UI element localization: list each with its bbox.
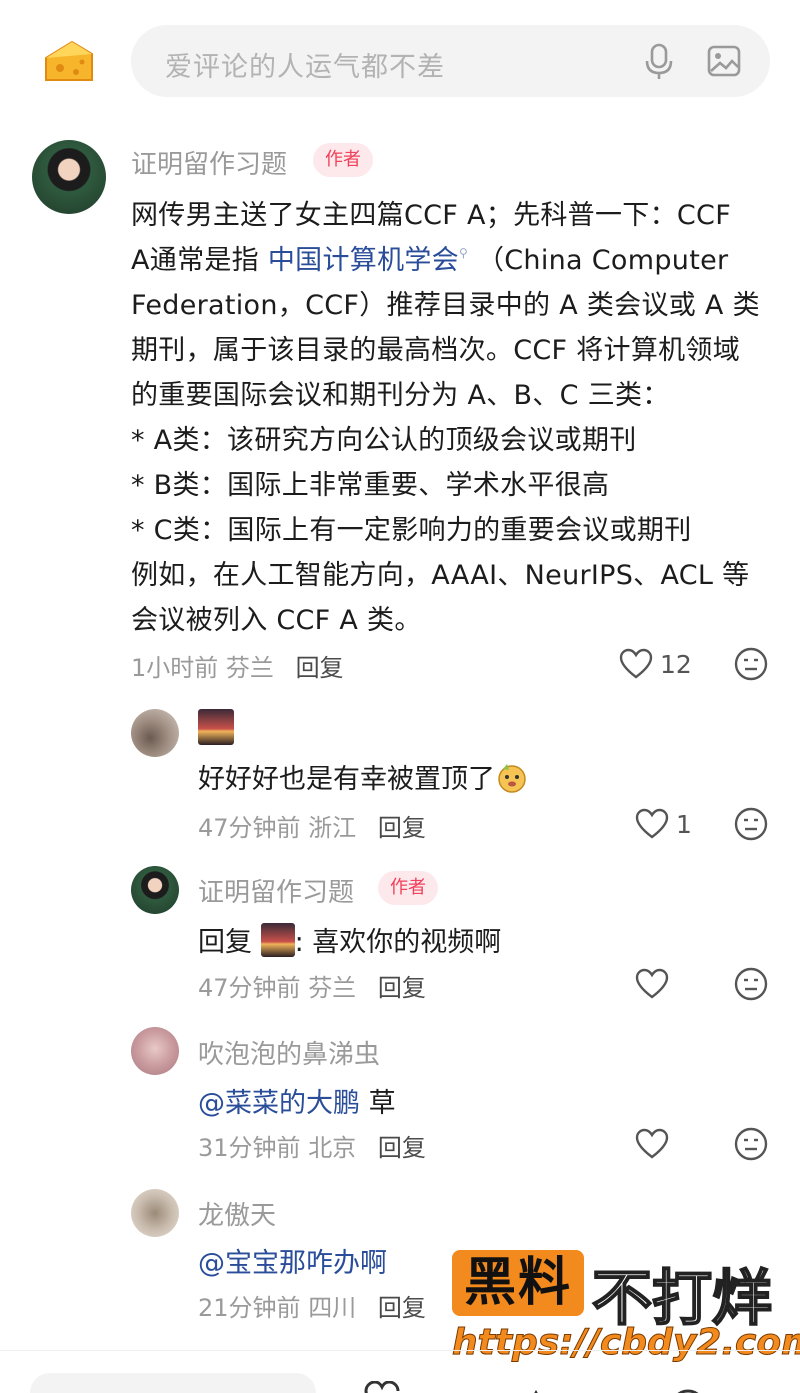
mention-avatar-image[interactable] <box>260 923 295 957</box>
heart-icon[interactable] <box>358 1381 406 1393</box>
author-name-image[interactable] <box>198 709 234 745</box>
comment-text-line: * C类：国际上有一定影响力的重要会议或期刊 <box>131 515 692 546</box>
reply-button[interactable]: 回复 <box>378 1294 426 1322</box>
mic-icon[interactable] <box>641 42 677 80</box>
comment-text-line: Federation，CCF）推荐目录中的 A 类会议或 A 类 <box>131 290 760 321</box>
avatar[interactable] <box>131 1027 179 1075</box>
reply-button[interactable]: 回复 <box>378 974 426 1002</box>
comment-location: 芬兰 <box>308 974 357 1002</box>
comment-text-line: 会议被列入 CCF A 类。 <box>131 605 422 636</box>
search-link[interactable]: 中国计算机学会 <box>268 245 459 276</box>
image-icon[interactable] <box>706 43 742 79</box>
comment-input-placeholder: 爱评论的人运气都不差 <box>165 52 445 83</box>
comment-author[interactable]: 证明留作习题 <box>131 144 287 181</box>
reply-text: 回复 : 喜欢你的视频啊 <box>198 920 501 959</box>
reply-text: 好好好也是有幸被置顶了 <box>198 757 529 796</box>
like-heart-icon[interactable] <box>635 1128 669 1160</box>
author-badge: 作者 <box>313 143 373 177</box>
comment-text-line: 期刊，属于该目录的最高档次。CCF 将计算机领域 <box>131 335 741 366</box>
comment-meta: 31分钟前 北京 回复 <box>198 1128 426 1163</box>
reply-text: @宝宝那咋办啊 <box>198 1241 387 1280</box>
comment-time: 47分钟前 <box>198 974 301 1002</box>
reply-text-content: : 喜欢你的视频啊 <box>294 927 502 958</box>
emoji-icon[interactable] <box>734 647 768 681</box>
comment-time: 1小时前 <box>131 654 219 682</box>
author-badge: 作者 <box>378 871 438 905</box>
share-icon[interactable] <box>512 1381 560 1393</box>
mention-link[interactable]: @宝宝那咋办啊 <box>198 1248 387 1279</box>
avatar[interactable] <box>131 866 179 914</box>
emoji-icon[interactable] <box>734 807 768 841</box>
comment-time: 47分钟前 <box>198 814 301 842</box>
reply-prefix: 回复 <box>198 927 252 958</box>
comment-location: 浙江 <box>308 814 357 842</box>
comment-location: 芬兰 <box>225 654 274 682</box>
dog-emoji-icon <box>498 764 526 793</box>
comment-text-segment: A通常是指 <box>131 245 259 276</box>
reply-button[interactable]: 回复 <box>296 654 344 682</box>
like-count: 12 <box>660 650 692 679</box>
comment-text-segment: （China Computer <box>476 245 729 276</box>
like-heart-icon[interactable] <box>635 968 669 1000</box>
comment-text-line: * A类：该研究方向公认的顶级会议或期刊 <box>131 425 637 456</box>
comment-meta: 47分钟前 芬兰 回复 <box>198 968 426 1003</box>
comment-location: 北京 <box>308 1134 357 1162</box>
comment-time: 21分钟前 <box>198 1294 301 1322</box>
comment-location: 四川 <box>308 1294 357 1322</box>
comment-author[interactable]: 吹泡泡的鼻涕虫 <box>198 1034 380 1071</box>
comment-text-line: * B类：国际上非常重要、学术水平很高 <box>131 470 610 501</box>
avatar[interactable] <box>32 140 106 214</box>
comment-meta: 47分钟前 浙江 回复 <box>198 808 426 843</box>
comment-icon[interactable] <box>664 1381 712 1393</box>
avatar[interactable] <box>131 709 179 757</box>
comment-author[interactable]: 证明留作习题 <box>198 872 354 909</box>
like-heart-icon[interactable] <box>619 648 653 680</box>
emoji-icon[interactable] <box>734 967 768 1001</box>
comment-meta: 1小时前 芬兰 回复 <box>131 648 344 683</box>
comment-text-line: A通常是指 中国计算机学会⚲ （China Computer <box>131 238 728 277</box>
comment-meta: 21分钟前 四川 回复 <box>198 1288 426 1323</box>
like-count: 1 <box>676 810 692 839</box>
cheese-logo-icon[interactable] <box>42 36 96 86</box>
comment-text-line: 网传男主送了女主四篇CCF A；先科普一下：CCF <box>131 200 732 231</box>
reply-text: @菜菜的大鹏 草 <box>198 1081 396 1120</box>
bottom-comment-input[interactable] <box>30 1373 316 1393</box>
mention-link[interactable]: @菜菜的大鹏 <box>198 1088 360 1119</box>
reply-text-content: 草 <box>360 1088 396 1119</box>
comment-text-line: 例如，在人工智能方向，AAAI、NeurIPS、ACL 等 <box>131 560 750 591</box>
top-bar: 爱评论的人运气都不差 <box>0 0 800 120</box>
avatar[interactable] <box>131 1189 179 1237</box>
reply-text-content: 好好好也是有幸被置顶了 <box>198 764 495 795</box>
search-link-icon[interactable]: ⚲ <box>459 246 468 260</box>
comment-author[interactable]: 龙傲天 <box>198 1195 276 1232</box>
comment-text-line: 的重要国际会议和期刊分为 A、B、C 三类： <box>131 380 670 411</box>
watermark-brand-dark: 黑料 <box>452 1250 584 1316</box>
like-heart-icon[interactable] <box>635 808 669 840</box>
comment-time: 31分钟前 <box>198 1134 301 1162</box>
comment-input[interactable]: 爱评论的人运气都不差 <box>131 25 770 97</box>
reply-button[interactable]: 回复 <box>378 1134 426 1162</box>
emoji-icon[interactable] <box>734 1127 768 1161</box>
reply-button[interactable]: 回复 <box>378 814 426 842</box>
bottom-action-bar <box>0 1350 800 1393</box>
